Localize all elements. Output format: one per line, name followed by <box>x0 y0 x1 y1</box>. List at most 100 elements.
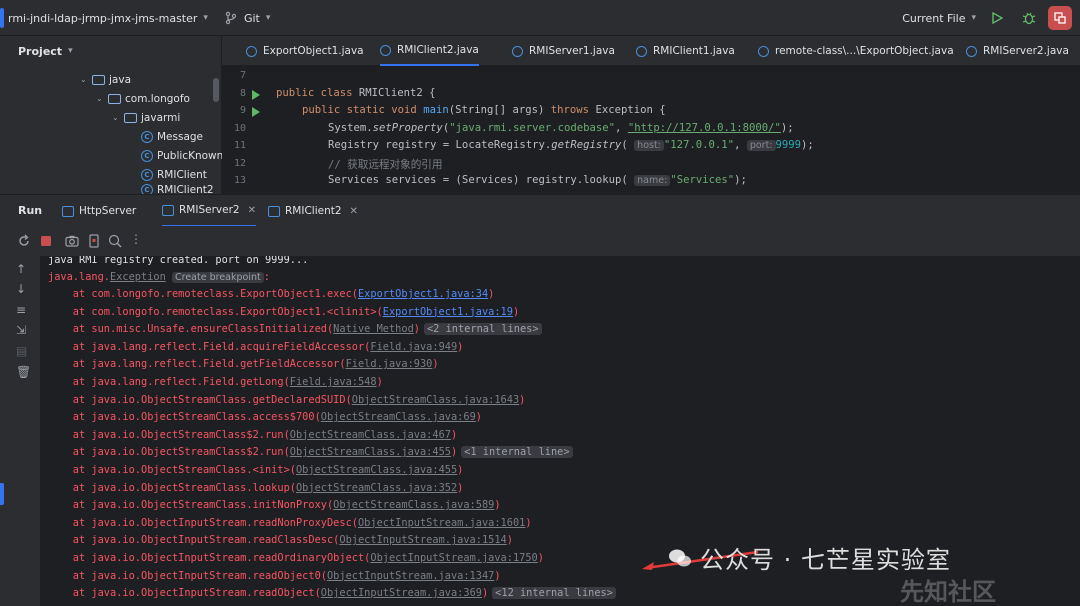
chevron-right-icon[interactable]: › <box>40 588 41 598</box>
source-link[interactable]: ExportObject1.java:34 <box>358 288 488 300</box>
run-gutter-icon[interactable] <box>252 107 260 117</box>
source-link[interactable]: ObjectStreamClass.java:69 <box>321 411 476 423</box>
editor-tab-rmiserver2[interactable]: RMIServer2.java <box>966 36 1069 66</box>
project-name[interactable]: rmi-jndi-ldap-jrmp-jmx-jms-master <box>8 12 197 25</box>
rerun-icon[interactable] <box>17 234 31 248</box>
stack-frame-text: at java.lang.reflect.Field.getLong( <box>48 376 290 388</box>
exception-link[interactable]: Exception <box>110 271 166 283</box>
more-options-icon[interactable]: ⋮ <box>130 232 142 246</box>
wechat-icon <box>669 549 691 567</box>
paren: ) <box>481 587 489 600</box>
line-number: 11 <box>233 140 246 151</box>
app-icon <box>268 205 280 217</box>
source-link[interactable]: ObjectStreamClass.java:455 <box>296 464 457 476</box>
active-tool-indicator <box>0 483 4 505</box>
code-line: // 获取远程对象的引用 <box>328 159 443 171</box>
source-link[interactable]: Native Method <box>333 323 414 335</box>
chevron-right-icon[interactable]: › <box>40 447 41 457</box>
source-link[interactable]: ObjectStreamClass.java:467 <box>290 429 451 441</box>
stack-frame-text: at java.lang.reflect.Field.acquireFieldA… <box>48 340 371 353</box>
run-gutter-icon[interactable] <box>252 90 260 100</box>
run-tab-rmiclient2[interactable]: RMIClient2 ✕ <box>268 195 358 227</box>
project-panel-header[interactable]: Project ▾ <box>0 36 221 66</box>
source-link[interactable]: ExportObject1.java:19 <box>383 306 513 318</box>
editor-tab-exportobject[interactable]: remote-class\...\ExportObject.java <box>758 36 954 66</box>
code-editor[interactable]: public class RMIClient2 { public static … <box>264 66 1080 194</box>
paren: ) <box>488 288 495 300</box>
paren: ) <box>494 499 501 512</box>
chevron-down-icon[interactable]: ⌄ <box>96 94 108 103</box>
source-link[interactable]: ObjectInputStream.java:369 <box>321 587 482 599</box>
stack-frame-line: at java.io.ObjectInputStream.readObject0… <box>48 570 501 582</box>
chevron-right-icon[interactable]: › <box>40 324 41 334</box>
tree-item-message[interactable]: C Message <box>141 127 203 146</box>
run-button[interactable] <box>986 7 1008 29</box>
stop-button[interactable] <box>1048 6 1072 30</box>
soft-wrap-icon[interactable]: ≡ <box>16 303 26 317</box>
camera-icon[interactable] <box>65 234 79 248</box>
chevron-down-icon[interactable]: ⌄ <box>80 75 92 84</box>
run-config-selector[interactable]: Current File <box>902 12 965 25</box>
arrow-up-icon[interactable]: ↑ <box>16 262 26 276</box>
source-link[interactable]: ObjectInputStream.java:1347 <box>327 570 494 582</box>
tree-item-publicknown[interactable]: C PublicKnown <box>141 146 223 165</box>
close-icon[interactable]: ✕ <box>248 205 256 216</box>
stack-frame-line: at java.io.ObjectInputStream.readClassDe… <box>48 534 513 546</box>
run-tab-httpserver[interactable]: HttpServer <box>62 195 136 227</box>
tree-item-java[interactable]: ⌄ java <box>80 70 131 89</box>
chevron-down-icon[interactable]: ▾ <box>203 13 208 23</box>
stack-frame-text: at java.io.ObjectInputStream.readNonProx… <box>48 516 358 529</box>
editor-tab-bar: ExportObject1.java RMIClient2.java RMISe… <box>222 36 1080 66</box>
editor-tab-rmiserver1[interactable]: RMIServer1.java <box>512 36 615 66</box>
internal-lines-fold[interactable]: <2 internal lines> <box>423 323 542 336</box>
arrow-down-icon[interactable]: ↓ <box>16 282 26 296</box>
internal-lines-fold[interactable]: <12 internal lines> <box>492 587 616 600</box>
source-link[interactable]: ObjectInputStream.java:1750 <box>370 552 537 564</box>
source-link[interactable]: Field.java:548 <box>290 376 377 388</box>
chevron-down-icon[interactable]: ▾ <box>68 46 73 56</box>
tree-item-rmiclient[interactable]: C RMIClient <box>141 165 207 184</box>
settings-icon[interactable] <box>108 234 122 248</box>
internal-lines-fold[interactable]: <1 internal line> <box>461 446 573 459</box>
chevron-down-icon[interactable]: ▾ <box>971 13 976 23</box>
tree-item-com-longofo[interactable]: ⌄ com.longofo <box>96 89 190 108</box>
tree-item-rmiclient2[interactable]: C RMIClient2 <box>141 184 214 194</box>
app-icon <box>162 204 174 216</box>
source-link[interactable]: ObjectStreamClass.java:589 <box>333 499 494 511</box>
chevron-down-icon[interactable]: ⌄ <box>112 113 124 122</box>
paren: ) <box>519 393 526 406</box>
tree-item-javarmi[interactable]: ⌄ javarmi <box>112 108 180 127</box>
line-number: 12 <box>233 158 246 169</box>
class-icon <box>246 45 257 57</box>
scroll-to-end-icon[interactable]: ⇲ <box>16 323 26 337</box>
stack-frame-text: at com.longofo.remoteclass.ExportObject1… <box>48 288 358 300</box>
editor-tab-exportobject1[interactable]: ExportObject1.java <box>246 36 364 66</box>
paren: ) <box>506 534 513 547</box>
stop-icon[interactable] <box>39 234 53 248</box>
source-link[interactable]: ObjectStreamClass.java:455 <box>290 446 451 458</box>
print-icon[interactable]: ▤ <box>16 344 27 358</box>
source-link[interactable]: Field.java:949 <box>370 341 457 353</box>
editor-tab-rmiclient2[interactable]: RMIClient2.java <box>380 36 479 66</box>
debug-button[interactable] <box>1018 7 1040 29</box>
tree-scrollbar[interactable] <box>213 78 219 102</box>
editor-tab-rmiclient1[interactable]: RMIClient1.java <box>636 36 735 66</box>
tree-item-label: javarmi <box>141 111 181 124</box>
source-link[interactable]: ObjectStreamClass.java:1643 <box>352 394 519 406</box>
paren: ) <box>512 305 520 318</box>
source-link[interactable]: ObjectStreamClass.java:352 <box>296 482 457 494</box>
vcs-widget[interactable]: Git ▾ <box>224 11 270 25</box>
exit-icon[interactable] <box>87 234 101 248</box>
source-link[interactable]: ObjectInputStream.java:1514 <box>339 534 506 546</box>
run-tab-rmiserver2[interactable]: RMIServer2 ✕ <box>162 195 256 227</box>
class-icon: C <box>141 130 153 143</box>
create-breakpoint-link[interactable]: Create breakpoint <box>172 272 264 283</box>
trash-icon[interactable]: 🗑 <box>16 365 31 379</box>
code-line: System.setProperty("java.rmi.server.code… <box>328 122 794 134</box>
close-icon[interactable]: ✕ <box>350 206 358 217</box>
class-icon <box>966 45 977 57</box>
class-icon: C <box>141 168 153 181</box>
source-link[interactable]: Field.java:930 <box>346 358 433 370</box>
stack-frame-line: at java.io.ObjectStreamClass$2.run(Objec… <box>48 446 573 459</box>
source-link[interactable]: ObjectInputStream.java:1601 <box>358 517 525 529</box>
